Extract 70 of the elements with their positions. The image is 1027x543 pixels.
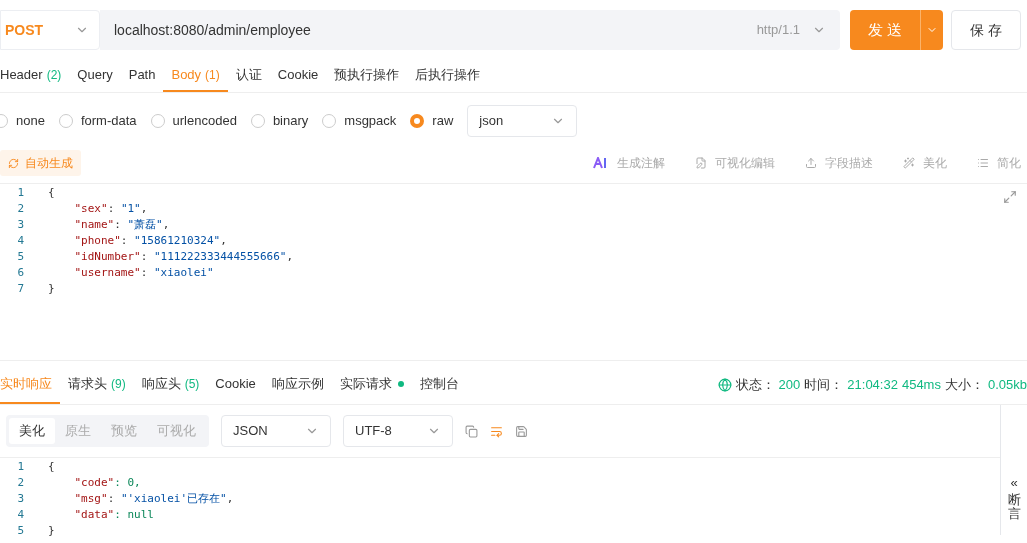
wand-icon xyxy=(903,157,915,169)
tab[interactable]: 控制台 xyxy=(411,365,467,404)
line-number: 3 xyxy=(17,491,24,507)
code-line: "data": null xyxy=(73,507,155,523)
code-line: "username": "xiaolei" xyxy=(73,265,215,281)
line-number: 2 xyxy=(17,201,24,217)
code-line: } xyxy=(48,523,56,539)
body-type-radio[interactable]: binary xyxy=(250,111,309,131)
code-line: "phone": "15861210324", xyxy=(73,233,228,249)
size-value: 0.05kb xyxy=(987,375,1027,394)
save-button[interactable]: 保 存 xyxy=(951,10,1021,50)
tab[interactable]: 后执行操作 xyxy=(407,60,489,92)
tab[interactable]: 响应示例 xyxy=(263,365,332,404)
body-type-radio[interactable]: urlencoded xyxy=(150,111,237,131)
send-options-button[interactable] xyxy=(920,10,943,50)
line-number: 1 xyxy=(17,185,24,201)
code-line: } xyxy=(48,281,56,297)
time-value: 21:04:32 xyxy=(847,375,898,394)
body-type-radio[interactable]: none xyxy=(0,111,45,131)
response-format-select[interactable]: JSON xyxy=(221,415,331,447)
collapse-button[interactable]: « xyxy=(1010,475,1018,491)
time-label: 时间： xyxy=(804,375,844,394)
code-line: "msg": "'xiaolei'已存在", xyxy=(73,491,234,507)
code-line: "idNumber": "111222333444555666", xyxy=(73,249,294,265)
tab[interactable]: 响应头 (5) xyxy=(133,365,208,404)
url-field[interactable]: localhost:8080/admin/employee xyxy=(100,10,757,50)
edit-icon xyxy=(695,157,707,169)
refresh-icon xyxy=(8,157,19,169)
line-number: 1 xyxy=(17,459,24,475)
body-type-radio[interactable]: msgpack xyxy=(322,111,397,131)
line-number: 3 xyxy=(17,217,24,233)
body-type-radio[interactable]: form-data xyxy=(58,111,137,131)
duration-value: 454ms xyxy=(901,375,941,394)
copy-icon[interactable] xyxy=(465,424,478,438)
tab[interactable]: Path xyxy=(120,60,164,92)
side-panel-label: 断言 xyxy=(1007,493,1021,522)
line-number: 4 xyxy=(17,233,24,249)
encoding-select[interactable]: UTF-8 xyxy=(343,415,453,447)
list-icon xyxy=(977,157,989,169)
globe-icon xyxy=(717,377,732,392)
code-line: { xyxy=(48,185,56,201)
tab[interactable]: 实际请求 xyxy=(331,365,412,404)
view-mode-tab[interactable]: 美化 xyxy=(9,418,55,444)
tab[interactable]: Header (2) xyxy=(0,60,70,92)
code-line: "name": "萧磊", xyxy=(73,217,171,233)
line-number: 5 xyxy=(17,523,24,539)
tab[interactable]: 预执行操作 xyxy=(326,60,408,92)
line-number: 7 xyxy=(17,281,24,297)
tab[interactable]: Query xyxy=(69,60,121,92)
line-number: 5 xyxy=(17,249,24,265)
code-line: "sex": "1", xyxy=(73,201,149,217)
tab[interactable]: 请求头 (9) xyxy=(60,365,134,404)
line-number: 2 xyxy=(17,475,24,491)
line-number: 4 xyxy=(17,507,24,523)
code-line: { xyxy=(48,459,56,475)
format-select[interactable]: json xyxy=(467,105,578,137)
status-code: 200 xyxy=(778,375,801,394)
body-type-radio[interactable]: raw xyxy=(410,111,454,131)
upload-icon xyxy=(805,157,817,169)
tab[interactable]: Cookie xyxy=(269,60,327,92)
ai-icon xyxy=(593,157,609,169)
code-line: "code": 0, xyxy=(73,475,142,491)
size-label: 大小： xyxy=(944,375,984,394)
line-number: 6 xyxy=(17,265,24,281)
save-icon[interactable] xyxy=(515,424,528,438)
tab[interactable]: 认证 xyxy=(227,60,270,92)
wrap-icon[interactable] xyxy=(490,424,503,438)
status-label: 状态： xyxy=(735,375,775,394)
expand-icon[interactable] xyxy=(1003,190,1017,204)
tab[interactable]: Cookie xyxy=(207,365,264,404)
